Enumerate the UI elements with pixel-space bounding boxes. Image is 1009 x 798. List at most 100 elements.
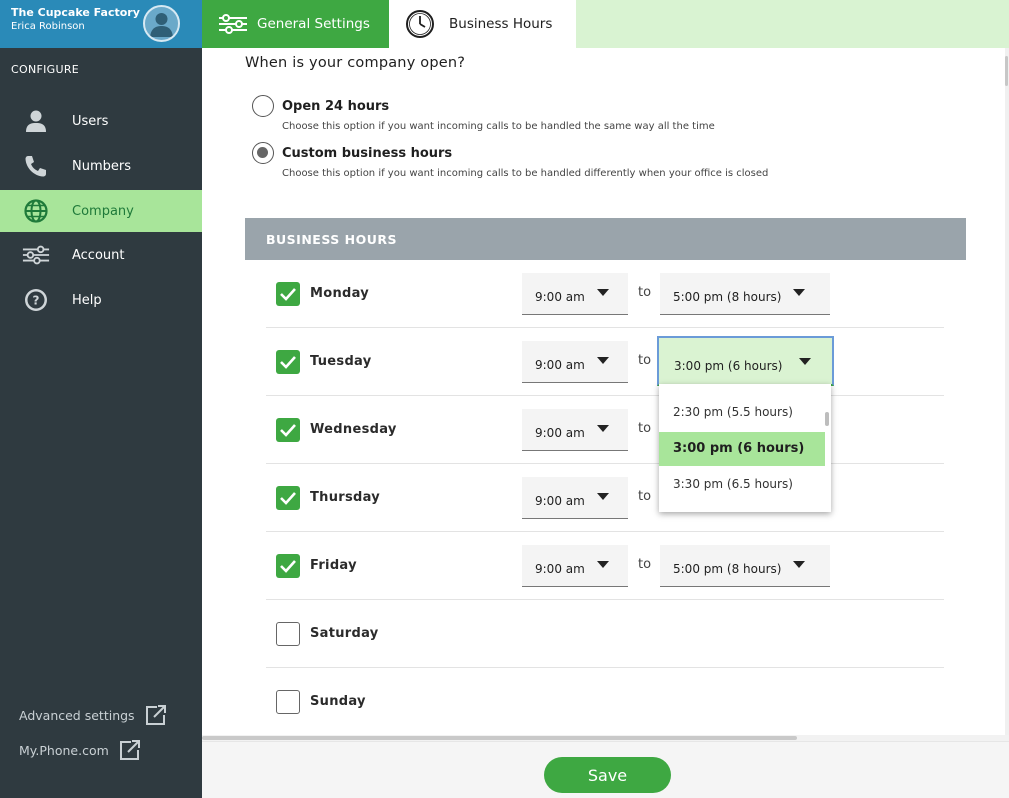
monday-end-select[interactable]: 5:00 pm (8 hours) — [660, 273, 830, 315]
checkmark-icon — [280, 288, 296, 301]
footer-bar: Save — [202, 741, 1009, 798]
sidebar-item-help[interactable]: ? Help — [0, 279, 202, 321]
caret-down-icon — [793, 289, 805, 296]
saturday-checkbox[interactable] — [276, 622, 300, 646]
open-24-hours-title: Open 24 hours — [282, 99, 390, 114]
checkmark-icon — [280, 356, 296, 369]
to-label: to — [638, 285, 652, 300]
day-label: Tuesday — [310, 354, 372, 369]
dropdown-scrollbar-thumb[interactable] — [825, 412, 829, 426]
thursday-start-select[interactable]: 9:00 am — [522, 477, 628, 519]
monday-checkbox[interactable] — [276, 282, 300, 306]
caret-down-icon — [597, 493, 609, 500]
tab-label: Business Hours — [449, 16, 553, 32]
tuesday-checkbox[interactable] — [276, 350, 300, 374]
caret-down-icon — [597, 425, 609, 432]
tuesday-start-select[interactable]: 9:00 am — [522, 341, 628, 383]
tab-business-hours[interactable]: Business Hours — [389, 0, 576, 48]
external-link-icon — [145, 705, 166, 725]
caret-down-icon — [799, 358, 811, 365]
sidebar-item-label: Account — [72, 247, 125, 263]
day-label: Monday — [310, 286, 370, 301]
business-hours-header: BUSINESS HOURS — [245, 218, 966, 260]
to-label: to — [638, 557, 652, 572]
day-label: Wednesday — [310, 422, 397, 437]
user-avatar-icon — [150, 13, 173, 37]
select-value: 5:00 pm (8 hours) — [673, 562, 782, 576]
tab-bar: General Settings Business Hours — [202, 0, 1009, 48]
dropdown-option-selected[interactable]: 3:00 pm (6 hours) — [659, 432, 825, 466]
phone-icon — [22, 152, 50, 180]
wednesday-start-select[interactable]: 9:00 am — [522, 409, 628, 451]
dropdown-option[interactable]: 2:30 pm (5.5 hours) — [659, 396, 825, 430]
select-value: 9:00 am — [535, 562, 585, 576]
tab-general-settings[interactable]: General Settings — [202, 0, 389, 48]
horizontal-scrollbar-thumb[interactable] — [202, 736, 797, 740]
sidebar-item-numbers[interactable]: Numbers — [0, 145, 202, 187]
svg-text:?: ? — [33, 294, 40, 308]
myphone-link[interactable]: My.Phone.com — [19, 738, 143, 762]
tuesday-end-select[interactable]: 3:00 pm (6 hours) — [657, 336, 834, 386]
business-hours-panel: When is your company open? Open 24 hours… — [202, 48, 1009, 741]
day-row-wednesday: Wednesday 9:00 am to — [266, 396, 944, 464]
monday-start-select[interactable]: 9:00 am — [522, 273, 628, 315]
checkmark-icon — [280, 560, 296, 573]
sunday-checkbox[interactable] — [276, 690, 300, 714]
open-24-hours-radio[interactable] — [252, 95, 274, 117]
clock-icon — [406, 10, 434, 38]
day-row-tuesday: Tuesday 9:00 am to 3:00 pm (6 hours) — [266, 328, 944, 396]
radio-selected-dot — [257, 147, 268, 158]
custom-hours-desc: Choose this option if you want incoming … — [282, 168, 769, 179]
wednesday-checkbox[interactable] — [276, 418, 300, 442]
checkmark-icon — [280, 492, 296, 505]
select-value: 5:00 pm (8 hours) — [673, 290, 782, 304]
select-value: 9:00 am — [535, 290, 585, 304]
to-label: to — [638, 489, 652, 504]
configure-section-label: CONFIGURE — [11, 63, 80, 76]
day-label: Sunday — [310, 694, 366, 709]
dropdown-option-label: 3:30 pm (6.5 hours) — [673, 477, 793, 491]
thursday-checkbox[interactable] — [276, 486, 300, 510]
dropdown-option-label: 3:00 pm (6 hours) — [673, 441, 805, 456]
custom-hours-radio[interactable] — [252, 142, 274, 164]
external-link-icon — [119, 740, 140, 760]
sliders-icon — [22, 241, 50, 269]
account-header[interactable]: The Cupcake Factory Erica Robinson — [0, 0, 202, 48]
caret-down-icon — [597, 357, 609, 364]
day-row-saturday: Saturday — [266, 600, 944, 668]
app: The Cupcake Factory Erica Robinson CONFI… — [0, 0, 1009, 798]
sliders-icon — [219, 14, 247, 34]
dropdown-option-partial[interactable] — [659, 384, 825, 386]
open-question: When is your company open? — [245, 55, 466, 71]
friday-checkbox[interactable] — [276, 554, 300, 578]
save-button[interactable]: Save — [544, 757, 671, 793]
custom-hours-title: Custom business hours — [282, 146, 453, 161]
sidebar-item-account[interactable]: Account — [0, 234, 202, 276]
friday-end-select[interactable]: 5:00 pm (8 hours) — [660, 545, 830, 587]
day-row-friday: Friday 9:00 am to 5:00 pm (8 hours) — [266, 532, 944, 600]
sidebar-item-label: Users — [72, 113, 109, 129]
help-icon: ? — [22, 286, 50, 314]
friday-start-select[interactable]: 9:00 am — [522, 545, 628, 587]
myphone-label: My.Phone.com — [19, 742, 109, 758]
select-value: 9:00 am — [535, 358, 585, 372]
end-time-dropdown[interactable]: 2:30 pm (5.5 hours) 3:00 pm (6 hours) 3:… — [659, 384, 831, 512]
business-hours-header-label: BUSINESS HOURS — [266, 232, 397, 247]
caret-down-icon — [793, 561, 805, 568]
sidebar-item-company[interactable]: Company — [0, 190, 202, 232]
vertical-scrollbar-thumb[interactable] — [1005, 56, 1008, 86]
dropdown-option[interactable]: 3:30 pm (6.5 hours) — [659, 468, 825, 502]
open-24-hours-desc: Choose this option if you want incoming … — [282, 121, 715, 132]
sidebar: The Cupcake Factory Erica Robinson CONFI… — [0, 0, 202, 798]
sidebar-item-label: Help — [72, 292, 102, 308]
avatar[interactable] — [143, 5, 180, 42]
sidebar-item-label: Company — [72, 203, 134, 219]
user-icon — [22, 107, 50, 135]
advanced-settings-link[interactable]: Advanced settings — [19, 703, 169, 727]
sidebar-item-users[interactable]: Users — [0, 100, 202, 142]
vertical-scrollbar[interactable] — [1005, 48, 1009, 741]
select-value: 9:00 am — [535, 494, 585, 508]
day-row-monday: Monday 9:00 am to 5:00 pm (8 hours) — [266, 260, 944, 328]
caret-down-icon — [597, 289, 609, 296]
day-label: Saturday — [310, 626, 379, 641]
